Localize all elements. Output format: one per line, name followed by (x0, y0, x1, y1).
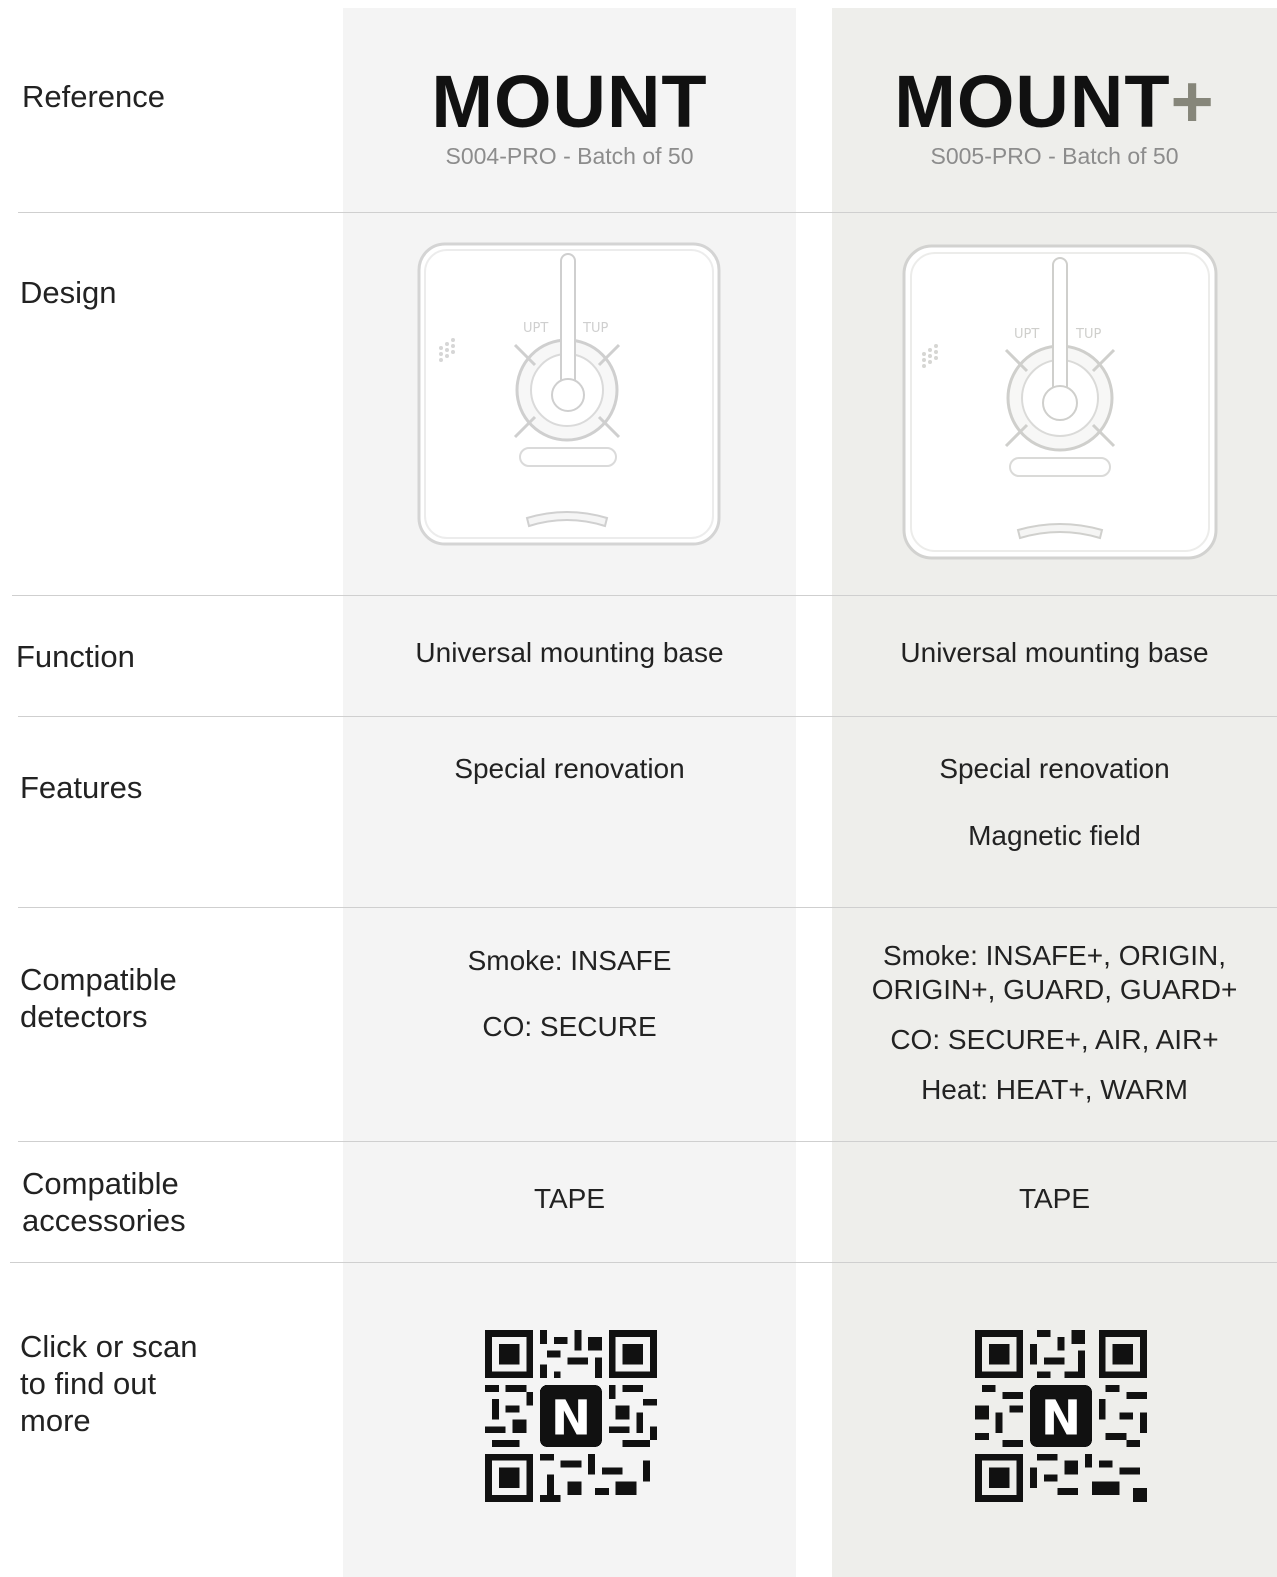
product-title: MOUNT+ (832, 62, 1277, 142)
divider (18, 907, 1277, 908)
accessories-value-mount-plus: TAPE (1018, 1183, 1091, 1214)
divider (10, 1262, 1277, 1263)
label-line: detectors (20, 999, 148, 1034)
detectors-value-mount: Smoke: INSAFE CO: SECURE (343, 944, 796, 1044)
product-header-mount-plus: MOUNT+ S005-PRO - Batch of 50 (832, 62, 1277, 170)
function-value-mount-plus: Universal mounting base (900, 637, 1209, 668)
qr-code-mount-plus[interactable]: N (975, 1330, 1147, 1502)
divider (18, 1141, 1277, 1142)
mount-plus-base-image: UPT TUP (902, 244, 1218, 560)
label-line: Compatible (20, 962, 177, 997)
row-label-accessories: Compatible accessories (22, 1165, 186, 1239)
divider (18, 716, 1277, 717)
qr-logo: N (551, 1391, 591, 1447)
label-line: accessories (22, 1203, 186, 1238)
design-label-left: UPT (1014, 327, 1039, 342)
feature-item: Special renovation (939, 753, 1170, 784)
divider (18, 212, 1277, 213)
product-name: MOUNT (894, 60, 1171, 143)
feature-item: Magnetic field (968, 820, 1141, 851)
features-value-mount-plus: Special renovation Magnetic field (832, 752, 1277, 853)
features-value-mount: Special renovation (343, 752, 796, 786)
label-line: Compatible (22, 1166, 179, 1201)
design-label-right: TUP (1075, 327, 1101, 342)
detector-item: Smoke: INSAFE+, ORIGIN, (882, 940, 1227, 971)
mount-base-image: UPT TUP (417, 242, 721, 546)
label-line: to find out (20, 1366, 157, 1401)
product-reference: S005-PRO - Batch of 50 (930, 143, 1179, 169)
row-label-design: Design (20, 275, 117, 310)
detector-item: ORIGIN+, GUARD, GUARD+ (871, 974, 1238, 1005)
detector-item: CO: SECURE (482, 1011, 657, 1042)
product-header-mount: MOUNT S004-PRO - Batch of 50 (343, 62, 796, 170)
detector-item: Smoke: INSAFE (467, 945, 672, 976)
label-line: Click or scan (20, 1329, 198, 1364)
design-label-left: UPT (523, 321, 548, 336)
row-label-detectors: Compatible detectors (20, 961, 177, 1035)
qr-logo: N (1041, 1391, 1081, 1447)
function-value-mount: Universal mounting base (415, 637, 724, 668)
feature-item: Special renovation (454, 753, 685, 784)
product-reference: S004-PRO - Batch of 50 (445, 143, 694, 169)
product-name-suffix: + (1170, 60, 1215, 143)
detector-item: Heat: HEAT+, WARM (921, 1074, 1188, 1105)
product-title: MOUNT (343, 62, 796, 142)
accessories-value-mount: TAPE (533, 1183, 606, 1214)
row-label-reference: Reference (22, 79, 166, 114)
row-label-function: Function (16, 639, 135, 674)
label-line: more (20, 1403, 91, 1438)
design-label-right: TUP (582, 321, 608, 336)
divider (12, 595, 1277, 596)
qr-code-mount[interactable]: N (485, 1330, 657, 1502)
product-name: MOUNT (431, 60, 708, 143)
detectors-value-mount-plus: Smoke: INSAFE+, ORIGIN, ORIGIN+, GUARD, … (832, 939, 1277, 1107)
detector-item: CO: SECURE+, AIR, AIR+ (890, 1024, 1219, 1055)
row-label-find-out-more: Click or scan to find out more (20, 1328, 197, 1439)
row-label-features: Features (20, 770, 143, 805)
